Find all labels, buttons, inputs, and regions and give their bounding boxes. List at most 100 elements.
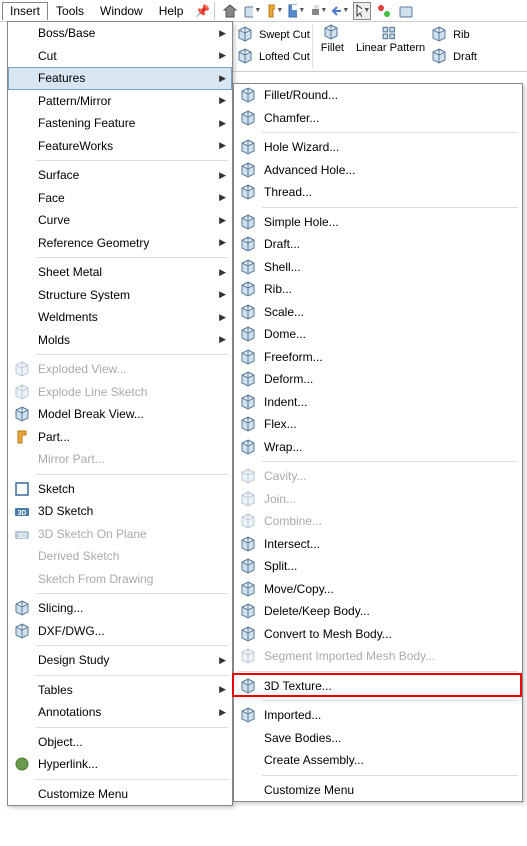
- insert-item-slicing[interactable]: Slicing...: [8, 597, 232, 620]
- features-item-thread[interactable]: Thread...: [234, 181, 522, 204]
- insert-item-surface[interactable]: Surface▶: [8, 164, 232, 187]
- mesh2-icon: [238, 646, 258, 666]
- menu-item-label: Derived Sketch: [38, 549, 226, 563]
- insert-item-model-break-view[interactable]: Model Break View...: [8, 403, 232, 426]
- linear-pattern-button[interactable]: Linear Pattern: [350, 24, 431, 54]
- menu-item-label: FeatureWorks: [38, 139, 219, 153]
- blank-icon: [12, 23, 32, 43]
- insert-item-sketch[interactable]: Sketch: [8, 478, 232, 501]
- features-item-rib[interactable]: Rib...: [234, 278, 522, 301]
- features-item-move-copy[interactable]: Move/Copy...: [234, 578, 522, 601]
- insert-item-object[interactable]: Object...: [8, 731, 232, 754]
- insert-item-dxf-dwg[interactable]: DXF/DWG...: [8, 620, 232, 643]
- menu-help[interactable]: Help: [151, 2, 192, 20]
- insert-item-design-study[interactable]: Design Study▶: [8, 649, 232, 672]
- insert-item-face[interactable]: Face▶: [8, 187, 232, 210]
- fillet-button[interactable]: Fillet: [315, 24, 350, 54]
- features-item-fillet-round[interactable]: Fillet/Round...: [234, 84, 522, 107]
- features-item-intersect[interactable]: Intersect...: [234, 533, 522, 556]
- draft-button[interactable]: Draft: [431, 46, 477, 68]
- features-item-hole-wizard[interactable]: Hole Wizard...: [234, 136, 522, 159]
- submenu-arrow-icon: ▶: [219, 684, 226, 695]
- slice-icon: [12, 598, 32, 618]
- home-icon[interactable]: [221, 2, 239, 20]
- features-item-delete-keep-body[interactable]: Delete/Keep Body...: [234, 600, 522, 623]
- select-icon[interactable]: ▼: [353, 2, 371, 20]
- insert-item-cut[interactable]: Cut▶: [8, 45, 232, 68]
- insert-item-curve[interactable]: Curve▶: [8, 209, 232, 232]
- insert-item-tables[interactable]: Tables▶: [8, 679, 232, 702]
- insert-item-hyperlink[interactable]: Hyperlink...: [8, 753, 232, 776]
- menu-item-label: 3D Texture...: [264, 679, 516, 693]
- undo-icon[interactable]: ▼: [331, 2, 349, 20]
- insert-menu: Boss/Base▶Cut▶Features▶Pattern/Mirror▶Fa…: [7, 21, 233, 806]
- features-item-customize-menu[interactable]: Customize Menu: [234, 779, 522, 802]
- insert-item-featureworks[interactable]: FeatureWorks▶: [8, 135, 232, 158]
- hole3-icon: [238, 212, 258, 232]
- insert-item-fastening-feature[interactable]: Fastening Feature▶: [8, 112, 232, 135]
- features-item-imported[interactable]: Imported...: [234, 704, 522, 727]
- menu-item-label: Deform...: [264, 372, 516, 386]
- features-item-freeform[interactable]: Freeform...: [234, 346, 522, 369]
- features-item-save-bodies[interactable]: Save Bodies...: [234, 727, 522, 750]
- menu-separator: [262, 132, 518, 133]
- rebuild-icon[interactable]: [375, 2, 393, 20]
- insert-item-part[interactable]: Part...: [8, 426, 232, 449]
- submenu-arrow-icon: ▶: [219, 237, 226, 248]
- menu-item-label: Tables: [38, 683, 219, 697]
- features-item-deform[interactable]: Deform...: [234, 368, 522, 391]
- insert-item-features[interactable]: Features▶: [8, 67, 232, 90]
- insert-item-pattern-mirror[interactable]: Pattern/Mirror▶: [8, 90, 232, 113]
- save-icon[interactable]: ▼: [287, 2, 305, 20]
- insert-item-customize-menu[interactable]: Customize Menu: [8, 783, 232, 806]
- blank-icon: [238, 728, 258, 748]
- features-item-draft[interactable]: Draft...: [234, 233, 522, 256]
- menu-item-label: Sketch: [38, 482, 226, 496]
- menubar: Insert Tools Window Help 📌 ▼ ▼ ▼ ▼ ▼ ▼: [0, 0, 527, 22]
- swept-cut-button[interactable]: Swept Cut: [237, 24, 310, 46]
- menu-item-label: Boss/Base: [38, 26, 219, 40]
- lofted-cut-button[interactable]: Lofted Cut: [237, 46, 310, 68]
- insert-item-boss-base[interactable]: Boss/Base▶: [8, 22, 232, 45]
- menu-separator: [36, 645, 228, 646]
- menu-window[interactable]: Window: [92, 2, 151, 20]
- insert-item-3d-sketch[interactable]: 3D Sketch: [8, 500, 232, 523]
- features-item-flex[interactable]: Flex...: [234, 413, 522, 436]
- features-item-convert-to-mesh-body[interactable]: Convert to Mesh Body...: [234, 623, 522, 646]
- new-icon[interactable]: ▼: [243, 2, 261, 20]
- features-item-indent[interactable]: Indent...: [234, 391, 522, 414]
- features-item-chamfer[interactable]: Chamfer...: [234, 107, 522, 130]
- features-item-dome[interactable]: Dome...: [234, 323, 522, 346]
- menu-item-label: Simple Hole...: [264, 215, 516, 229]
- insert-item-annotations[interactable]: Annotations▶: [8, 701, 232, 724]
- menu-item-label: Mirror Part...: [38, 452, 226, 466]
- rib-button[interactable]: Rib: [431, 24, 477, 46]
- features-item-simple-hole[interactable]: Simple Hole...: [234, 211, 522, 234]
- blank-icon: [12, 68, 32, 88]
- features-item-create-assembly[interactable]: Create Assembly...: [234, 749, 522, 772]
- menu-insert[interactable]: Insert: [2, 2, 48, 20]
- features-item-advanced-hole[interactable]: Advanced Hole...: [234, 159, 522, 182]
- insert-item-structure-system[interactable]: Structure System▶: [8, 284, 232, 307]
- menu-item-label: Save Bodies...: [264, 731, 516, 745]
- features-item-split[interactable]: Split...: [234, 555, 522, 578]
- menu-tools[interactable]: Tools: [48, 2, 92, 20]
- features-item-shell[interactable]: Shell...: [234, 256, 522, 279]
- options-icon[interactable]: [397, 2, 415, 20]
- blank-icon: [12, 330, 32, 350]
- insert-item-molds[interactable]: Molds▶: [8, 329, 232, 352]
- pin-icon[interactable]: 📌: [195, 4, 210, 18]
- insert-item-weldments[interactable]: Weldments▶: [8, 306, 232, 329]
- blank-icon: [12, 546, 32, 566]
- print-icon[interactable]: ▼: [309, 2, 327, 20]
- insert-item-sheet-metal[interactable]: Sheet Metal▶: [8, 261, 232, 284]
- features-item-scale[interactable]: Scale...: [234, 301, 522, 324]
- menu-item-label: Reference Geometry: [38, 236, 219, 250]
- features-item-wrap[interactable]: Wrap...: [234, 436, 522, 459]
- open-icon[interactable]: ▼: [265, 2, 283, 20]
- features-item-3d-texture[interactable]: 3D Texture...: [234, 675, 522, 698]
- menu-item-label: Object...: [38, 735, 226, 749]
- insert-item-reference-geometry[interactable]: Reference Geometry▶: [8, 232, 232, 255]
- blank-icon: [238, 780, 258, 800]
- chamfer-icon: [238, 108, 258, 128]
